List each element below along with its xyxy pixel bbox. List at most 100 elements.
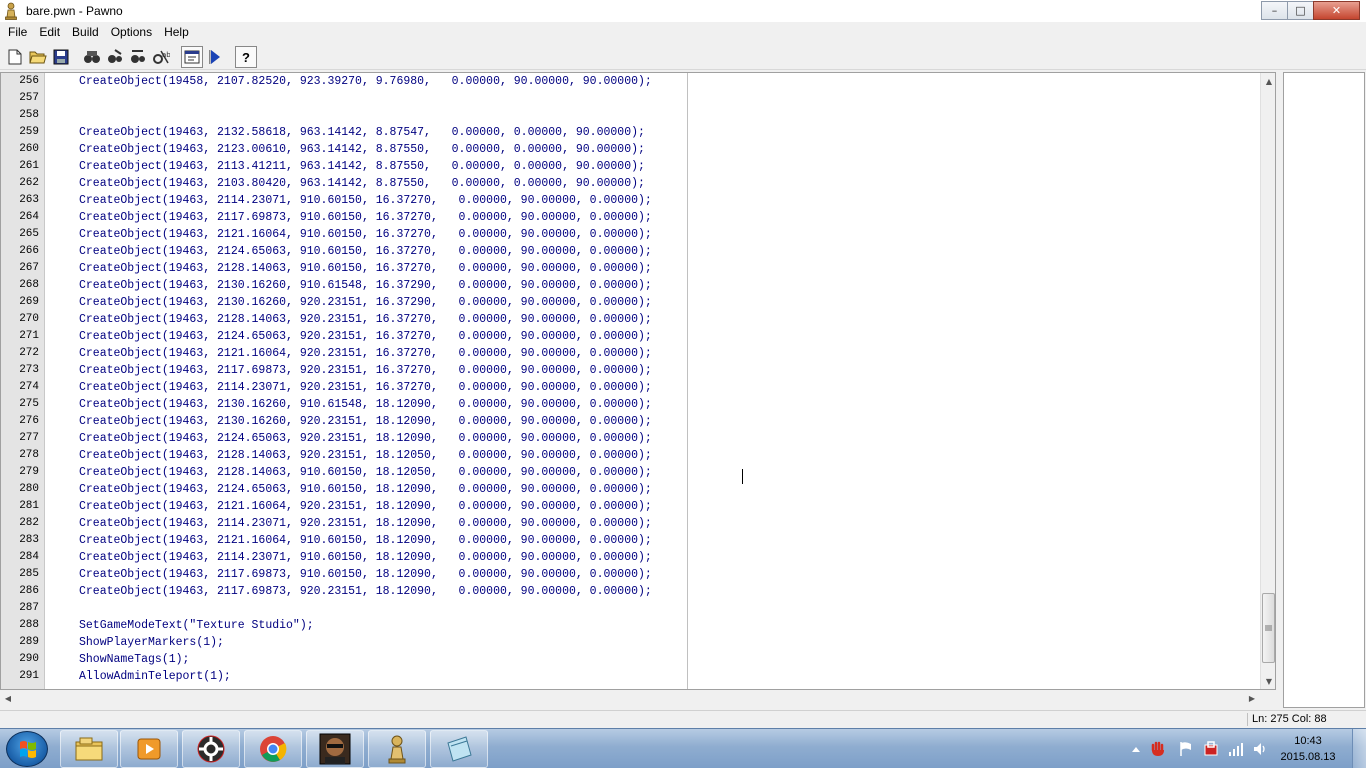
code-line[interactable]: CreateObject(19463, 2130.16260, 910.6154… [45, 277, 652, 294]
line-number: 279 [19, 466, 39, 478]
game-avatar-icon[interactable] [306, 730, 364, 768]
line-number: 281 [19, 500, 39, 512]
code-line[interactable]: CreateObject(19463, 2114.23071, 910.6015… [45, 549, 652, 566]
menu-bar: File Edit Build Options Help [0, 22, 1366, 42]
notepad-icon[interactable] [430, 730, 488, 768]
code-line[interactable]: CreateObject(19463, 2130.16260, 910.6154… [45, 396, 652, 413]
code-editor[interactable]: 256 257 258 259 260 261 262 263 264 265 266 267 268 2… [0, 72, 1276, 690]
status-bar: Ln: 275 Col: 88 [0, 710, 1366, 728]
menu-file[interactable]: File [2, 25, 33, 39]
function-list-icon[interactable] [181, 45, 203, 68]
code-line[interactable]: CreateObject(19463, 2124.65063, 920.2315… [45, 430, 652, 447]
line-number: 291 [19, 670, 39, 682]
system-clock[interactable]: 10:43 2015.08.13 [1278, 733, 1338, 765]
line-number: 275 [19, 398, 39, 410]
code-line[interactable]: SetGameModeText("Texture Studio"); [45, 617, 314, 634]
action-center-flag-icon[interactable] [1178, 741, 1194, 757]
scroll-down-icon[interactable]: ▼ [1261, 673, 1275, 689]
save-icon[interactable] [50, 46, 72, 68]
minimize-button[interactable]: – [1261, 1, 1288, 20]
open-folder-icon[interactable] [27, 46, 49, 68]
hand-app-icon[interactable] [1150, 741, 1166, 757]
code-line[interactable] [45, 600, 79, 617]
line-number: 263 [19, 194, 39, 206]
vertical-scrollbar[interactable]: ▲ ▼ [1260, 73, 1275, 689]
vertical-scroll-thumb[interactable] [1262, 593, 1275, 663]
code-line[interactable]: CreateObject(19463, 2117.69873, 910.6015… [45, 566, 652, 583]
volume-icon[interactable] [1252, 741, 1268, 757]
code-line[interactable]: CreateObject(19463, 2114.23071, 920.2315… [45, 379, 652, 396]
clock-date: 2015.08.13 [1280, 751, 1336, 763]
line-number: 256 [19, 75, 39, 87]
code-line[interactable]: CreateObject(19463, 2117.69873, 920.2315… [45, 583, 652, 600]
line-number: 274 [19, 381, 39, 393]
menu-options[interactable]: Options [105, 25, 158, 39]
menu-build[interactable]: Build [66, 25, 105, 39]
code-line[interactable]: CreateObject(19463, 2121.16064, 910.6015… [45, 532, 652, 549]
code-line[interactable]: CreateObject(19463, 2132.58618, 963.1414… [45, 124, 645, 141]
code-line[interactable]: CreateObject(19463, 2124.65063, 910.6015… [45, 243, 652, 260]
chrome-icon[interactable] [244, 730, 302, 768]
close-button[interactable]: ✕ [1313, 1, 1360, 20]
find-next-icon[interactable] [104, 46, 126, 68]
line-number: 273 [19, 364, 39, 376]
windows-explorer-icon[interactable] [60, 730, 118, 768]
new-file-icon[interactable] [4, 46, 26, 68]
help-icon[interactable]: ? [235, 45, 257, 68]
windows-logo-icon [20, 741, 36, 758]
code-line[interactable]: CreateObject(19463, 2124.65063, 910.6015… [45, 481, 652, 498]
code-line[interactable]: CreateObject(19463, 2128.14063, 920.2315… [45, 447, 652, 464]
code-line[interactable]: ShowPlayerMarkers(1); [45, 634, 224, 651]
code-line[interactable]: CreateObject(19463, 2117.69873, 920.2315… [45, 362, 652, 379]
compile-run-icon[interactable] [204, 46, 226, 68]
code-line[interactable]: CreateObject(19463, 2121.16064, 920.2315… [45, 345, 652, 362]
media-player-icon[interactable] [120, 730, 178, 768]
pawno-icon[interactable] [368, 730, 426, 768]
code-line[interactable]: CreateObject(19463, 2128.14063, 910.6015… [45, 464, 652, 481]
code-line[interactable]: CreateObject(19463, 2114.23071, 920.2315… [45, 515, 652, 532]
scroll-right-icon[interactable]: ▶ [1244, 690, 1260, 706]
goto-line-icon[interactable]: ab [150, 46, 172, 68]
scroll-left-icon[interactable]: ◀ [0, 690, 16, 706]
menu-help[interactable]: Help [158, 25, 195, 39]
code-line[interactable]: CreateObject(19463, 2130.16260, 920.2315… [45, 413, 652, 430]
code-line[interactable]: CreateObject(19463, 2124.65063, 920.2315… [45, 328, 652, 345]
window-title: bare.pwn - Pawno [26, 4, 123, 18]
cursor-position: Ln: 275 Col: 88 [1252, 713, 1327, 725]
code-line[interactable]: CreateObject(19458, 2107.82520, 923.3927… [45, 73, 652, 90]
code-line[interactable]: AllowAdminTeleport(1); [45, 668, 231, 685]
start-button[interactable] [6, 731, 48, 767]
code-line[interactable]: CreateObject(19463, 2121.16064, 920.2315… [45, 498, 652, 515]
function-list-panel[interactable] [1283, 72, 1365, 708]
show-desktop-button[interactable] [1352, 729, 1366, 768]
horizontal-scrollbar[interactable]: ◀ ▶ [0, 690, 1260, 706]
line-number: 266 [19, 245, 39, 257]
code-line[interactable]: CreateObject(19463, 2117.69873, 910.6015… [45, 209, 652, 226]
code-line[interactable]: CreateObject(19463, 2130.16260, 920.2315… [45, 294, 652, 311]
code-line[interactable]: ShowNameTags(1); [45, 651, 189, 668]
code-line[interactable]: CreateObject(19463, 2114.23071, 910.6015… [45, 192, 652, 209]
find-icon[interactable] [81, 46, 103, 68]
code-area[interactable]: CreateObject(19458, 2107.82520, 923.3927… [45, 73, 1261, 689]
code-line[interactable]: CreateObject(19463, 2103.80420, 963.1414… [45, 175, 645, 192]
code-line[interactable]: CreateObject(19463, 2113.41211, 963.1414… [45, 158, 645, 175]
show-hidden-icons-icon[interactable] [1128, 741, 1144, 757]
code-line[interactable] [45, 107, 79, 124]
code-line[interactable]: CreateObject(19463, 2123.00610, 963.1414… [45, 141, 645, 158]
replace-icon[interactable] [127, 46, 149, 68]
code-line[interactable]: CreateObject(19463, 2128.14063, 920.2315… [45, 311, 652, 328]
scroll-up-icon[interactable]: ▲ [1261, 73, 1275, 89]
maximize-button[interactable]: □ [1287, 1, 1314, 20]
line-number: 286 [19, 585, 39, 597]
code-line[interactable] [45, 90, 79, 107]
security-icon[interactable] [1203, 741, 1219, 757]
network-signal-icon[interactable] [1228, 741, 1244, 757]
line-number: 271 [19, 330, 39, 342]
settings-app-icon[interactable] [182, 730, 240, 768]
menu-edit[interactable]: Edit [33, 25, 66, 39]
code-line[interactable]: CreateObject(19463, 2128.14063, 910.6015… [45, 260, 652, 277]
toolbar: ab ? [0, 44, 1366, 70]
line-number: 265 [19, 228, 39, 240]
line-number: 272 [19, 347, 39, 359]
code-line[interactable]: CreateObject(19463, 2121.16064, 910.6015… [45, 226, 652, 243]
